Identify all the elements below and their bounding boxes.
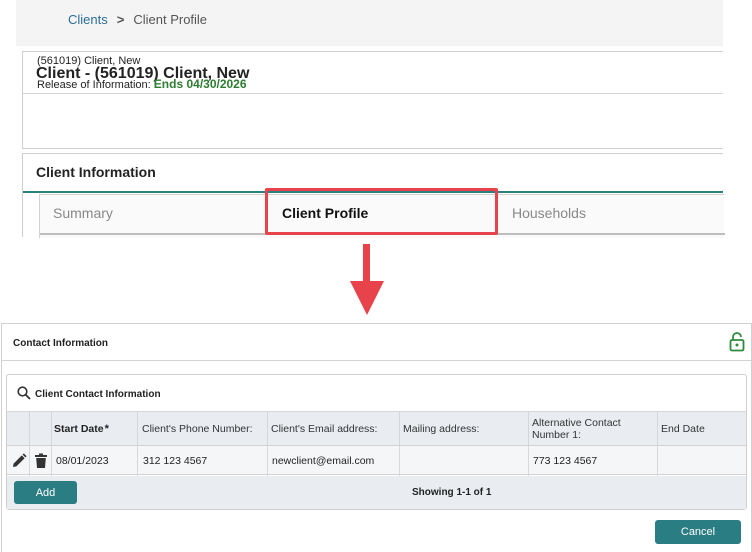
column-divider [528, 412, 529, 446]
column-header-phone[interactable]: Client's Phone Number: [142, 412, 253, 446]
breadcrumb-current: Client Profile [133, 12, 208, 27]
column-header-start-date[interactable]: Start Date * [54, 412, 109, 446]
tab-highlight-box [265, 188, 498, 235]
tab-summary[interactable]: Summary [53, 205, 113, 221]
cell-email: newclient@email.com [272, 455, 375, 467]
contact-information-title: Contact Information [13, 338, 108, 349]
lock-open-icon[interactable] [729, 332, 745, 352]
column-divider [267, 412, 268, 446]
contact-information-header: Contact Information [2, 324, 751, 361]
cell-divider [29, 446, 30, 476]
cell-divider [657, 446, 658, 476]
column-header-end-date[interactable]: End Date [661, 412, 705, 446]
cell-start-date: 08/01/2023 [56, 455, 109, 467]
table-footer: Add Showing 1-1 of 1 [7, 476, 746, 509]
cell-divider [528, 446, 529, 476]
tab-households[interactable]: Households [512, 205, 586, 221]
cell-phone: 312 123 4567 [143, 455, 208, 467]
cell-divider [399, 446, 400, 476]
column-divider [137, 412, 138, 446]
pencil-icon[interactable] [10, 452, 28, 470]
column-divider [29, 412, 30, 446]
arrow-head [350, 281, 384, 315]
required-mark: * [104, 423, 109, 435]
cell-divider [137, 446, 138, 476]
contact-information-panel: Contact Information Client Contact Infor… [1, 323, 752, 552]
cell-alt-contact: 773 123 4567 [533, 455, 598, 467]
arrow-down-icon [363, 244, 370, 282]
release-of-information: Release of Information: Ends 04/30/2026 [37, 77, 247, 91]
cell-divider [51, 446, 52, 476]
breadcrumb: Clients > Client Profile [68, 12, 207, 27]
cancel-button[interactable]: Cancel [655, 520, 741, 544]
column-divider [399, 412, 400, 446]
column-header-alt-contact[interactable]: Alternative Contact Number 1: [532, 412, 637, 446]
client-contact-information-title: Client Contact Information [35, 389, 161, 400]
pagination-status: Showing 1-1 of 1 [412, 487, 492, 498]
column-header-mailing[interactable]: Mailing address: [403, 412, 479, 446]
roi-value: Ends 04/30/2026 [153, 77, 247, 91]
trash-icon[interactable] [32, 452, 50, 470]
client-contact-information-box: Client Contact Information Start Date * C… [6, 374, 747, 510]
column-divider [51, 412, 52, 446]
breadcrumb-separator: > [116, 12, 125, 27]
cell-divider [267, 446, 268, 476]
client-subtitle: (561019) Client, New [37, 55, 141, 67]
column-header-email[interactable]: Client's Email address: [271, 412, 377, 446]
search-icon[interactable] [17, 386, 31, 400]
client-contact-information-header: Client Contact Information [7, 375, 746, 410]
table-row: 08/01/2023 312 123 4567 newclient@email.… [7, 445, 746, 476]
client-information-title: Client Information [36, 164, 156, 180]
start-date-label: Start Date [54, 423, 104, 435]
column-divider [657, 412, 658, 446]
roi-label: Release of Information: [37, 79, 151, 91]
breadcrumb-clients-link[interactable]: Clients [68, 12, 108, 27]
add-button[interactable]: Add [14, 481, 77, 504]
table-header: Start Date * Client's Phone Number: Clien… [7, 411, 746, 446]
